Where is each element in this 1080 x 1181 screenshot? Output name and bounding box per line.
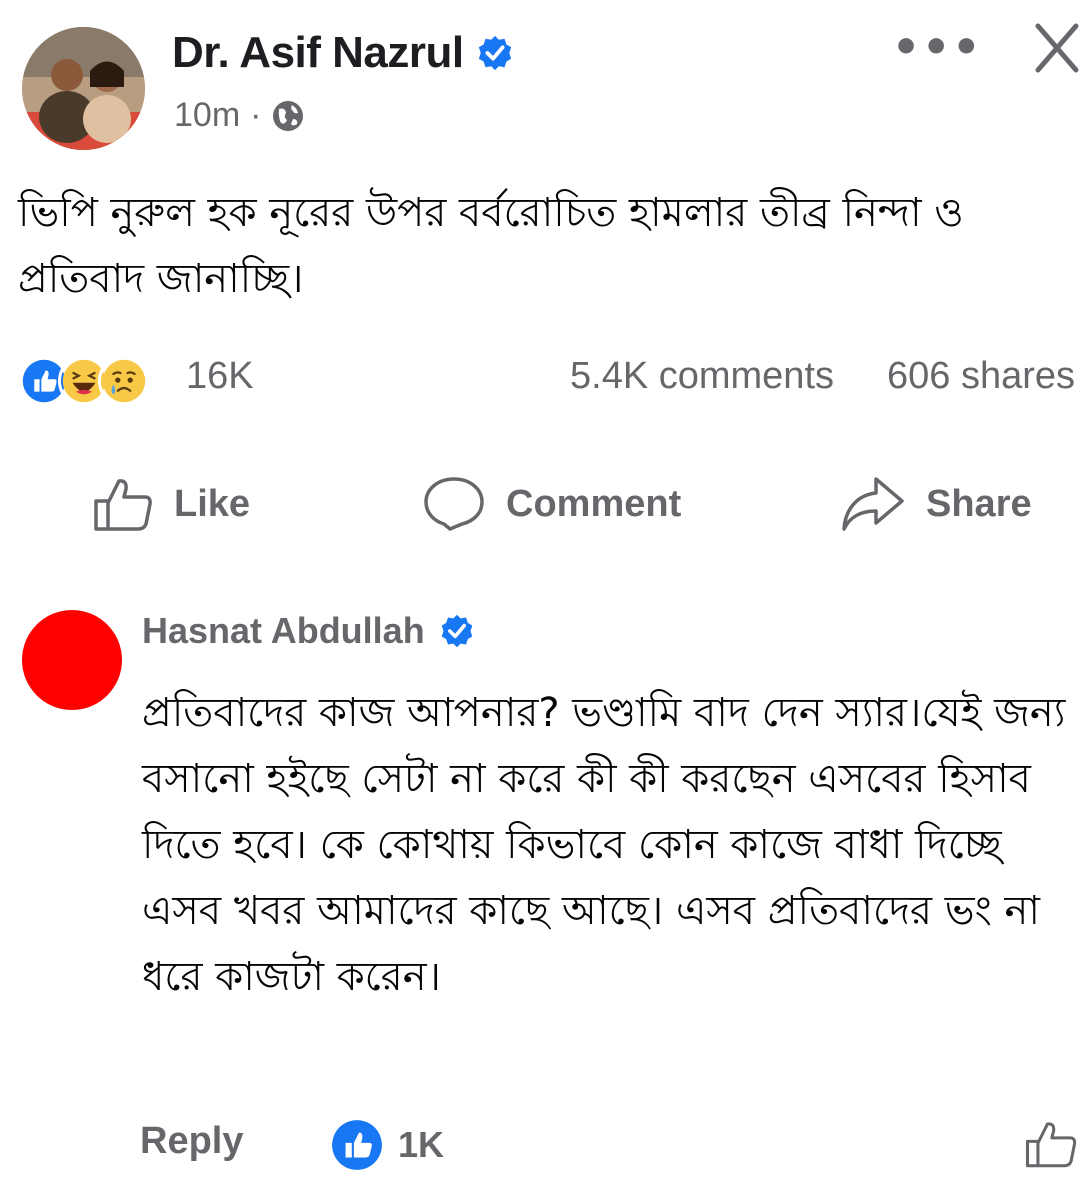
commenter-avatar[interactable] [22,610,122,710]
like-button[interactable]: Like [92,475,250,533]
globe-icon [273,100,304,131]
like-reaction-icon [332,1120,382,1170]
share-label: Share [926,482,1032,525]
comment-like-count[interactable]: 1K [330,1118,444,1172]
post-meta: 10m · [174,96,305,135]
comment-bubble-icon [424,477,484,531]
share-arrow-icon [842,477,904,531]
comment-label: Comment [506,482,682,525]
reaction-icons[interactable] [18,355,150,407]
thumbs-up-icon [94,479,152,531]
meta-separator: · [250,96,262,134]
like-label: Like [174,482,251,525]
post-time[interactable]: 10m [174,96,240,135]
post-text: ভিপি নুরুল হক নূরের উপর বর্বরোচিত হামলার… [18,190,964,302]
share-button[interactable]: Share [840,475,1032,533]
poster-avatar[interactable] [22,27,145,150]
poster-name-text[interactable]: Dr. Asif Nazrul [172,28,464,78]
sad-reaction-icon [98,355,150,407]
commenter-name-text[interactable]: Hasnat Abdullah [142,610,425,652]
close-icon[interactable] [1034,20,1080,76]
comment-button[interactable]: Comment [422,475,681,533]
more-options-icon[interactable]: ••• [892,22,982,73]
commenter-name[interactable]: Hasnat Abdullah [142,610,475,652]
verified-badge-icon [441,614,473,648]
reply-button[interactable]: Reply [140,1120,243,1163]
reactions-count[interactable]: 16K [186,355,254,398]
thumbs-up-icon[interactable] [1024,1118,1078,1170]
comment-like-count-text: 1K [398,1124,445,1165]
comment-text: প্রতিবাদের কাজ আপনার? ভণ্ডামি বাদ দেন স্… [142,690,1066,1000]
shares-count[interactable]: 606 shares [887,355,1080,398]
poster-name[interactable]: Dr. Asif Nazrul [172,28,514,78]
comments-count[interactable]: 5.4K comments [570,355,834,398]
verified-badge-icon [478,35,511,71]
